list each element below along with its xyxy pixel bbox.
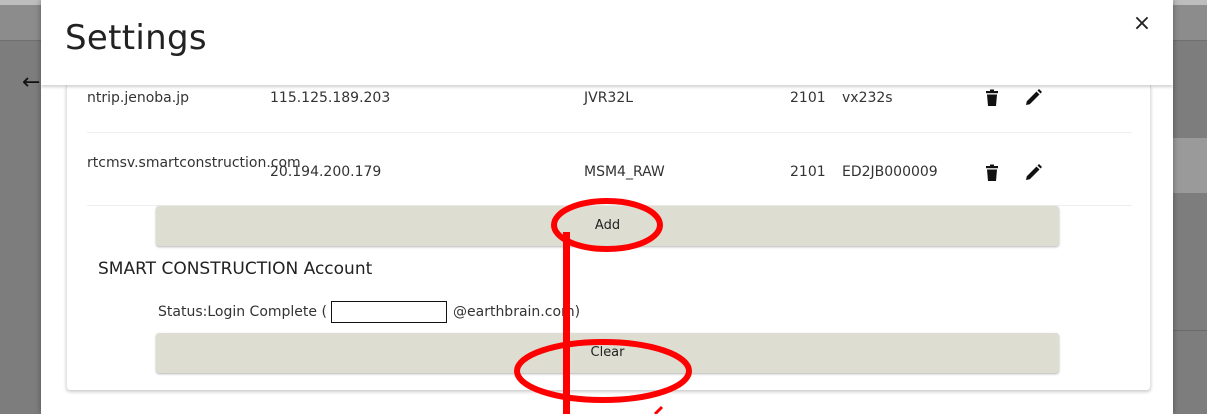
- login-email-suffix: @earthbrain.com): [453, 304, 581, 320]
- table-row: rtcmsv.smartconstruction.com 20.194.200.…: [87, 133, 1132, 206]
- add-button[interactable]: Add: [156, 206, 1059, 246]
- ntrip-ip: 20.194.200.179: [270, 164, 382, 180]
- back-arrow-icon[interactable]: ←: [22, 72, 40, 94]
- ntrip-settings-card: ntrip.jenoba.jp 115.125.189.203 JVR32L 2…: [66, 85, 1151, 390]
- trash-icon[interactable]: [982, 163, 1002, 183]
- ntrip-user: vx232s: [842, 90, 893, 106]
- dialog-title: Settings: [65, 18, 207, 58]
- settings-dialog: Settings × ntrip.jenoba.jp 115.125.189.2…: [41, 0, 1173, 414]
- clear-button[interactable]: Clear: [156, 333, 1059, 373]
- background-divider: [1172, 330, 1207, 331]
- dialog-header: Settings ×: [41, 0, 1173, 85]
- ntrip-user: ED2JB000009: [842, 164, 938, 180]
- pencil-icon[interactable]: [1023, 163, 1043, 183]
- trash-icon[interactable]: [982, 88, 1002, 108]
- ntrip-mountpoint: JVR32L: [584, 90, 634, 106]
- ntrip-port: 2101: [790, 164, 826, 180]
- ntrip-host: ntrip.jenoba.jp: [87, 90, 189, 106]
- account-section-title: SMART CONSTRUCTION Account: [98, 259, 373, 279]
- ntrip-ip: 115.125.189.203: [270, 90, 391, 106]
- background-card: [1172, 138, 1207, 193]
- table-row: ntrip.jenoba.jp 115.125.189.203 JVR32L 2…: [87, 85, 1132, 133]
- login-status: Status:Login Complete (: [158, 304, 327, 320]
- redacted-email-box: [331, 301, 447, 323]
- pencil-icon[interactable]: [1023, 88, 1043, 108]
- ntrip-host: rtcmsv.smartconstruction.com: [87, 155, 301, 171]
- ntrip-mountpoint: MSM4_RAW: [584, 164, 665, 180]
- close-icon[interactable]: ×: [1130, 12, 1154, 36]
- ntrip-port: 2101: [790, 90, 826, 106]
